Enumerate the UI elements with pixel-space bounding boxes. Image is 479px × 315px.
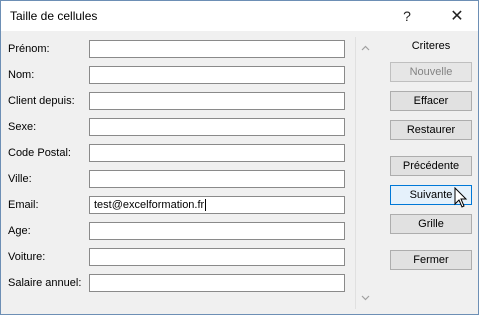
mouse-pointer-icon (454, 187, 468, 208)
age-field[interactable] (89, 222, 345, 240)
criteria-heading: Criteres (411, 40, 451, 52)
help-button[interactable]: ? (389, 1, 425, 31)
nom-field[interactable] (89, 66, 345, 84)
previous-record-button[interactable]: Précédente (390, 156, 472, 176)
record-scrollbar[interactable] (355, 37, 374, 309)
data-form-dialog: Taille de cellules ? ✕ Prénom: Nom: Clie… (0, 0, 479, 315)
close-button[interactable]: ✕ (439, 1, 475, 31)
criteria-button[interactable]: Grille (390, 214, 472, 234)
ville-field[interactable] (89, 170, 345, 188)
dialog-title: Taille de cellules (10, 9, 98, 23)
label-nom: Nom: (8, 69, 35, 81)
close-form-button[interactable]: Fermer (390, 250, 472, 270)
chevron-down-icon[interactable] (356, 291, 374, 305)
label-age: Age: (8, 225, 31, 237)
label-email: Email: (8, 199, 39, 211)
client-depuis-field[interactable] (89, 92, 345, 110)
email-field[interactable]: test@excelformation.fr (89, 196, 345, 214)
label-voiture: Voiture: (8, 251, 46, 263)
label-code-postal: Code Postal: (8, 147, 71, 159)
restore-record-button[interactable]: Restaurer (390, 120, 472, 140)
email-field-value: test@excelformation.fr (94, 199, 205, 211)
label-salaire-annuel: Salaire annuel: (8, 277, 82, 289)
text-caret (205, 199, 207, 212)
delete-record-button[interactable]: Effacer (390, 91, 472, 111)
sexe-field[interactable] (89, 118, 345, 136)
voiture-field[interactable] (89, 248, 345, 266)
prenom-field[interactable] (89, 40, 345, 58)
chevron-up-icon[interactable] (356, 41, 374, 55)
title-bar: Taille de cellules ? ✕ (1, 1, 478, 31)
label-prenom: Prénom: (8, 43, 50, 55)
label-client-depuis: Client depuis: (8, 95, 75, 107)
label-sexe: Sexe: (8, 121, 37, 133)
label-ville: Ville: (8, 173, 32, 185)
salaire-annuel-field[interactable] (89, 274, 345, 292)
code-postal-field[interactable] (89, 144, 345, 162)
new-record-button[interactable]: Nouvelle (390, 62, 472, 82)
